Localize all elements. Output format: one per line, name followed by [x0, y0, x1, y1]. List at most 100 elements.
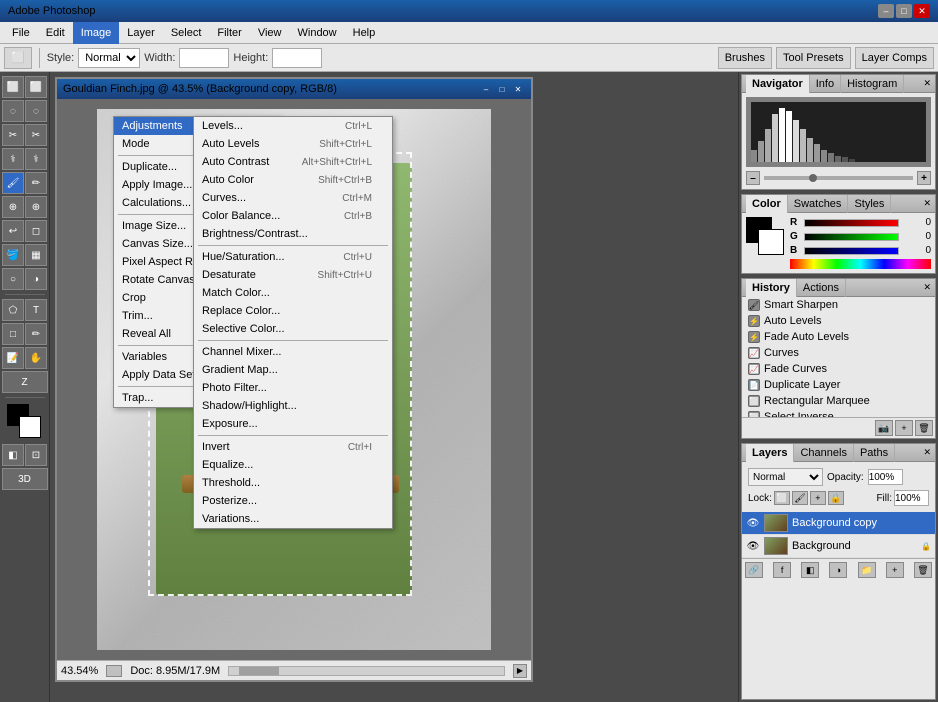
- adj-channel-mixer[interactable]: Channel Mixer...: [194, 343, 392, 361]
- nav-zoom-out[interactable]: –: [746, 171, 760, 185]
- tool-mask[interactable]: ◧: [2, 444, 24, 466]
- history-select-inverse[interactable]: ⬜ Select Inverse: [742, 409, 935, 417]
- b-slider[interactable]: [804, 247, 899, 255]
- doc-maximize[interactable]: □: [495, 83, 509, 95]
- adj-auto-color[interactable]: Auto Color Shift+Ctrl+B: [194, 171, 392, 189]
- brushes-btn[interactable]: Brushes: [718, 47, 772, 69]
- tool-crop[interactable]: ✂: [2, 124, 24, 146]
- layer-row-bg-copy[interactable]: 👁 Background copy: [742, 512, 935, 535]
- tool-eyedrop[interactable]: ✏: [25, 323, 47, 345]
- menu-layer[interactable]: Layer: [119, 22, 163, 44]
- tool-zoom[interactable]: Z: [2, 371, 48, 393]
- history-new[interactable]: +: [895, 420, 913, 436]
- lock-transparent[interactable]: ⬜: [774, 491, 790, 505]
- adj-hue-sat[interactable]: Hue/Saturation... Ctrl+U: [194, 248, 392, 266]
- tool-brush[interactable]: 🖌: [2, 172, 24, 194]
- adj-levels[interactable]: Levels... Ctrl+L: [194, 117, 392, 135]
- menu-filter[interactable]: Filter: [209, 22, 249, 44]
- tool-dodge[interactable]: ○: [2, 268, 24, 290]
- tool-history[interactable]: ↩: [2, 220, 24, 242]
- adj-brightness[interactable]: Brightness/Contrast...: [194, 225, 392, 243]
- layer-adj[interactable]: ◑: [829, 562, 847, 578]
- tool-screen[interactable]: ⊡: [25, 444, 47, 466]
- menu-help[interactable]: Help: [345, 22, 384, 44]
- scroll-bar[interactable]: [228, 666, 505, 676]
- layer-eye-1[interactable]: 👁: [746, 516, 760, 530]
- nav-zoom-in[interactable]: +: [917, 171, 931, 185]
- tab-actions[interactable]: Actions: [797, 279, 846, 297]
- tab-paths[interactable]: Paths: [854, 444, 895, 462]
- layer-comps-btn[interactable]: Layer Comps: [855, 47, 934, 69]
- lock-image[interactable]: 🖌: [792, 491, 808, 505]
- tool-clone[interactable]: ⊕: [2, 196, 24, 218]
- maximize-button[interactable]: □: [896, 4, 912, 18]
- lock-position[interactable]: +: [810, 491, 826, 505]
- tool-eraser[interactable]: ◻: [25, 220, 47, 242]
- layer-eye-2[interactable]: 👁: [746, 539, 760, 553]
- history-duplicate-layer[interactable]: 📄 Duplicate Layer: [742, 377, 935, 393]
- adj-threshold[interactable]: Threshold...: [194, 474, 392, 492]
- menu-select[interactable]: Select: [163, 22, 210, 44]
- layer-link[interactable]: 🔗: [745, 562, 763, 578]
- history-fade-curves[interactable]: 📈 Fade Curves: [742, 361, 935, 377]
- nav-zoom-slider[interactable]: [764, 176, 913, 180]
- tool-fill[interactable]: 🪣: [2, 244, 24, 266]
- layer-group[interactable]: 📁: [858, 562, 876, 578]
- lock-all[interactable]: 🔒: [828, 491, 844, 505]
- blend-mode-select[interactable]: Normal: [748, 468, 823, 486]
- history-smart-sharpen[interactable]: 🖌 Smart Sharpen: [742, 297, 935, 313]
- tab-styles[interactable]: Styles: [848, 195, 891, 213]
- tool-presets-btn[interactable]: Tool Presets: [776, 47, 851, 69]
- tool-3d[interactable]: 3D: [2, 468, 48, 490]
- layer-row-bg[interactable]: 👁 Background 🔒: [742, 535, 935, 558]
- tab-layers[interactable]: Layers: [746, 444, 794, 462]
- tool-lasso[interactable]: ◌: [2, 100, 24, 122]
- tab-history[interactable]: History: [746, 279, 797, 297]
- tool-burn[interactable]: ◑: [25, 268, 47, 290]
- adj-variations[interactable]: Variations...: [194, 510, 392, 528]
- tab-histogram[interactable]: Histogram: [841, 75, 904, 93]
- adj-auto-contrast[interactable]: Auto Contrast Alt+Shift+Ctrl+L: [194, 153, 392, 171]
- tool-path[interactable]: ⬠: [2, 299, 24, 321]
- layer-mask[interactable]: ◧: [801, 562, 819, 578]
- history-curves[interactable]: 📈 Curves: [742, 345, 935, 361]
- tool-gradient[interactable]: ▦: [25, 244, 47, 266]
- menu-image[interactable]: Image: [73, 22, 120, 44]
- minimize-button[interactable]: –: [878, 4, 894, 18]
- close-button[interactable]: ✕: [914, 4, 930, 18]
- height-input[interactable]: [272, 48, 322, 68]
- proof-btn[interactable]: [106, 665, 122, 677]
- adj-auto-levels[interactable]: Auto Levels Shift+Ctrl+L: [194, 135, 392, 153]
- layer-style[interactable]: f: [773, 562, 791, 578]
- adj-curves[interactable]: Curves... Ctrl+M: [194, 189, 392, 207]
- adj-selective-color[interactable]: Selective Color...: [194, 320, 392, 338]
- tool-marquee2[interactable]: ⬜: [25, 76, 47, 98]
- g-slider[interactable]: [804, 233, 899, 241]
- adj-equalize[interactable]: Equalize...: [194, 456, 392, 474]
- tab-info[interactable]: Info: [810, 75, 841, 93]
- color-spectrum[interactable]: [790, 259, 931, 269]
- tool-slice[interactable]: ✂: [25, 124, 47, 146]
- tool-patch2[interactable]: ⚕: [25, 148, 47, 170]
- doc-minimize[interactable]: –: [479, 83, 493, 95]
- tool-patch[interactable]: ⚕: [2, 148, 24, 170]
- navigator-close[interactable]: ✕: [923, 78, 931, 89]
- layers-close[interactable]: ✕: [923, 447, 931, 458]
- doc-close[interactable]: ✕: [511, 83, 525, 95]
- tool-text[interactable]: T: [25, 299, 47, 321]
- adj-match-color[interactable]: Match Color...: [194, 284, 392, 302]
- tab-channels[interactable]: Channels: [794, 444, 853, 462]
- adj-color-balance[interactable]: Color Balance... Ctrl+B: [194, 207, 392, 225]
- tool-hand[interactable]: ✋: [25, 347, 47, 369]
- layer-delete[interactable]: 🗑: [914, 562, 932, 578]
- layer-new[interactable]: +: [886, 562, 904, 578]
- bg-swatch[interactable]: [758, 229, 784, 255]
- tool-clone2[interactable]: ⊕: [25, 196, 47, 218]
- style-select[interactable]: Normal: [78, 48, 140, 68]
- history-delete[interactable]: 🗑: [915, 420, 933, 436]
- tab-color[interactable]: Color: [746, 195, 788, 213]
- opacity-input[interactable]: [868, 469, 903, 485]
- tool-options[interactable]: ⬜: [4, 47, 32, 69]
- r-slider[interactable]: [804, 219, 899, 227]
- history-rect-marquee[interactable]: ⬜ Rectangular Marquee: [742, 393, 935, 409]
